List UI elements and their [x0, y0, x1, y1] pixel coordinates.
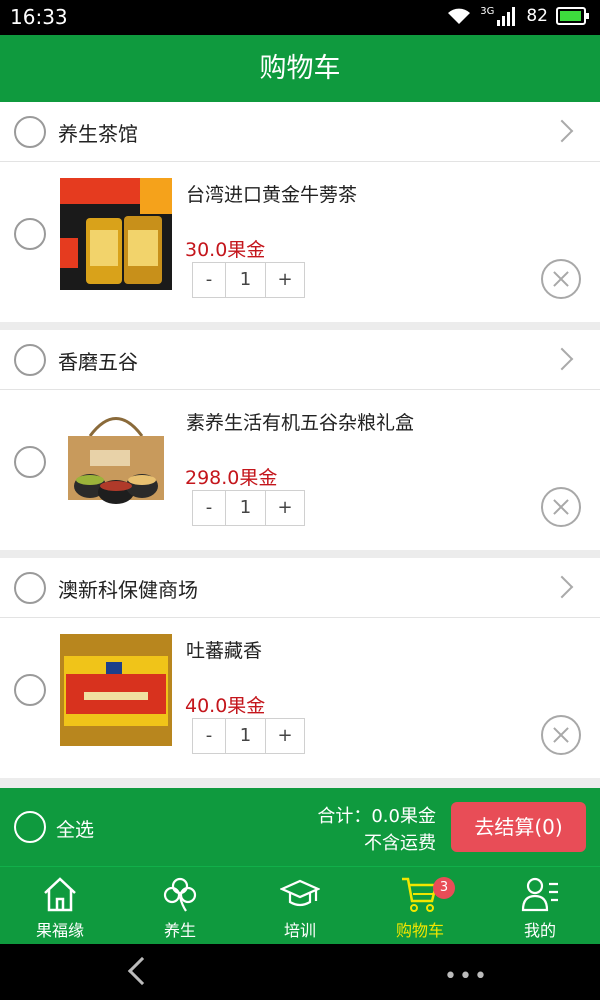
item-select-radio[interactable]	[14, 218, 46, 250]
cart-item: 素养生活有机五谷杂粮礼盒 298.0果金 - 1 +	[0, 390, 600, 550]
battery-percent: 82	[526, 6, 548, 26]
tab-home[interactable]: 果福缘	[0, 867, 120, 944]
status-bar: 16:33 3G 82	[0, 0, 600, 35]
product-name: 素养生活有机五谷杂粮礼盒	[186, 412, 415, 434]
tab-label: 我的	[523, 921, 556, 940]
chevron-right-icon[interactable]	[550, 575, 574, 599]
profile-icon	[521, 877, 558, 912]
network-type: 3G	[480, 6, 495, 17]
remove-item-icon[interactable]	[541, 715, 581, 755]
product-price: 298.0果金	[185, 467, 278, 489]
tab-health[interactable]: 养生	[120, 867, 240, 944]
chevron-right-icon[interactable]	[550, 119, 574, 143]
item-select-radio[interactable]	[14, 446, 46, 478]
select-all-radio[interactable]	[14, 811, 46, 843]
quantity-value: 1	[226, 263, 266, 297]
increase-button[interactable]: +	[266, 491, 304, 525]
quantity-stepper: - 1 +	[192, 490, 305, 526]
remove-item-icon[interactable]	[541, 487, 581, 527]
tab-profile[interactable]: 我的	[480, 867, 600, 944]
cart-count-badge: 3	[433, 877, 455, 899]
shop-header[interactable]: 养生茶馆	[0, 102, 600, 162]
chevron-right-icon[interactable]	[550, 347, 574, 371]
quantity-stepper: - 1 +	[192, 718, 305, 754]
checkout-bar: 全选 合计：0.0果金 不含运费 去结算(0)	[0, 788, 600, 866]
item-select-radio[interactable]	[14, 674, 46, 706]
decrease-button[interactable]: -	[193, 491, 226, 525]
tab-label: 购物车	[395, 921, 444, 940]
home-icon	[44, 877, 76, 912]
total-amount: 合计：0.0果金	[317, 806, 436, 827]
shop-select-radio[interactable]	[14, 344, 46, 376]
clover-icon	[163, 877, 197, 912]
shop-select-radio[interactable]	[14, 572, 46, 604]
shop-section: 养生茶馆 台湾进口黄金牛蒡茶 30.0果金 - 1 +	[0, 102, 600, 322]
tab-cart[interactable]: 3 购物车	[360, 867, 480, 944]
cart-list: 养生茶馆 台湾进口黄金牛蒡茶 30.0果金 - 1 + 香磨五谷 素养生活有机五…	[0, 102, 600, 786]
product-name: 吐蕃藏香	[186, 640, 263, 662]
decrease-button[interactable]: -	[193, 719, 226, 753]
shop-section: 香磨五谷 素养生活有机五谷杂粮礼盒 298.0果金 - 1 +	[0, 330, 600, 550]
shop-section: 澳新科保健商场 吐蕃藏香 40.0果金 - 1 +	[0, 558, 600, 778]
quantity-value: 1	[226, 719, 266, 753]
shop-name: 香磨五谷	[58, 350, 138, 374]
product-price: 30.0果金	[185, 239, 266, 261]
wifi-icon	[448, 8, 471, 24]
signal-icon	[497, 7, 516, 26]
tab-label: 养生	[163, 921, 196, 940]
cart-item: 吐蕃藏香 40.0果金 - 1 +	[0, 618, 600, 778]
shipping-note: 不含运费	[364, 833, 436, 854]
battery-icon	[556, 7, 589, 25]
product-image[interactable]	[60, 634, 172, 746]
product-price: 40.0果金	[185, 695, 266, 717]
quantity-stepper: - 1 +	[192, 262, 305, 298]
graduation-cap-icon	[280, 879, 320, 907]
product-image[interactable]	[60, 406, 172, 518]
shop-header[interactable]: 澳新科保健商场	[0, 558, 600, 618]
increase-button[interactable]: +	[266, 263, 304, 297]
tab-label: 果福缘	[35, 921, 84, 940]
tab-bar: 果福缘 养生 培训 3 购物车 我的	[0, 866, 600, 944]
status-icons: 3G 82	[446, 6, 589, 26]
shop-name: 澳新科保健商场	[58, 578, 198, 602]
tab-label: 培训	[283, 921, 316, 940]
quantity-value: 1	[226, 491, 266, 525]
tab-training[interactable]: 培训	[240, 867, 360, 944]
shop-select-radio[interactable]	[14, 116, 46, 148]
status-time: 16:33	[10, 5, 68, 29]
remove-item-icon[interactable]	[541, 259, 581, 299]
back-icon[interactable]	[127, 956, 157, 986]
shop-name: 养生茶馆	[58, 122, 138, 146]
increase-button[interactable]: +	[266, 719, 304, 753]
decrease-button[interactable]: -	[193, 263, 226, 297]
more-icon[interactable]: •••	[444, 964, 489, 989]
system-nav-bar: •••	[0, 944, 600, 1000]
checkout-button[interactable]: 去结算(0)	[451, 802, 586, 852]
cart-item: 台湾进口黄金牛蒡茶 30.0果金 - 1 +	[0, 162, 600, 322]
shop-header[interactable]: 香磨五谷	[0, 330, 600, 390]
product-name: 台湾进口黄金牛蒡茶	[186, 184, 358, 206]
select-all-label[interactable]: 全选	[56, 815, 94, 842]
product-image[interactable]	[60, 178, 172, 290]
page-title: 购物车	[0, 35, 600, 102]
